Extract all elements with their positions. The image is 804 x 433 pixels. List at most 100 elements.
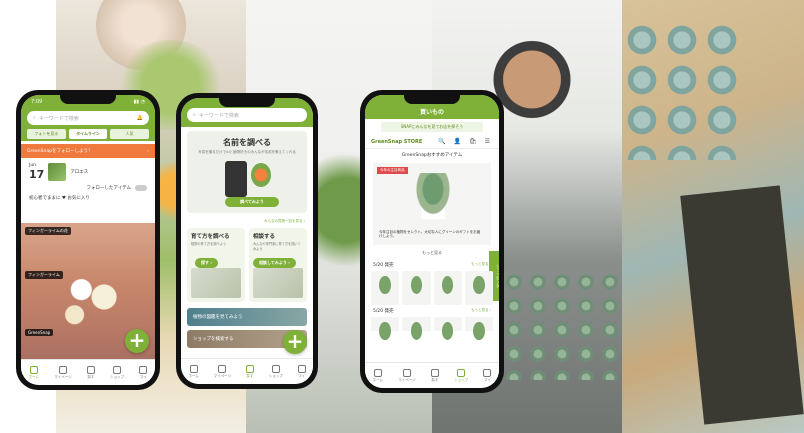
encyclopedia-banner[interactable]: 植物の図鑑を見てみよう [187,308,307,326]
tag-mid[interactable]: フィンガーライム [25,271,63,279]
search-icon: ⌕ [33,115,36,121]
feature-product[interactable]: 今年の注目商品 今年注目の植物をセレクト。大切な人にグリーンのギフトをお届けしよ… [373,163,491,245]
nav-my[interactable]: マイ [297,364,306,379]
user-row: 初心者でままに ♥ お気に入り [21,193,155,203]
follow-banner[interactable]: GreenSnapをフォローしよう！ › [21,144,155,158]
store-bar: GreenSnap STORE 🔍 👤 🛍 ☰ [365,135,499,149]
more-button[interactable]: もっと見る [365,247,499,259]
banner-text: GreenSnapをフォローしよう！ [27,149,93,154]
feature-cards: 育て方を調べる 植物の育て方を調べよう 探す › 相談する みんなや専門家に育て… [181,226,313,304]
phone3-tabbar: ホーム マイページ 探す ショップ マイ [365,362,499,388]
recommend-title: GreenSnapおすすめアイテム [401,153,463,158]
bag-icon [457,368,466,377]
store-logo[interactable]: GreenSnap STORE [371,139,422,145]
follow-toggle[interactable] [135,185,147,191]
tab-timeline[interactable]: タイムライン [68,129,108,139]
phone1-tabbar: ホーム マイページ 探す ショップ マイ [21,359,155,385]
care-card-image [191,268,241,298]
nav-mypage[interactable]: マイページ [398,368,416,383]
product-item[interactable] [371,317,400,340]
feature-text: 今年注目の植物をセレクト。大切な人にグリーンのギフトをお届けしよう。 [379,229,481,239]
flower-illustration [251,163,271,187]
bag-icon [113,365,122,374]
nav-search[interactable]: 探す [86,365,95,380]
product-item[interactable] [464,317,493,340]
questions-link[interactable]: みんなの質問一覧を見る › [181,217,313,226]
section-2-title: 5/20 発売 [373,309,394,314]
plant-thumbnail[interactable] [48,163,67,181]
care-button[interactable]: 探す › [195,258,219,268]
tag-top[interactable]: フィンガーライムの花 [25,227,71,235]
identify-button[interactable]: 調べてみよう [225,197,279,207]
consult-card-title: 相談する [253,234,276,240]
section-2-more[interactable]: もっと見る › [471,308,491,314]
nav-mypage[interactable]: マイページ [54,365,72,380]
follow-row: フォローしたアイテム [21,183,155,193]
store-icons[interactable]: 🔍 👤 🛍 ☰ [438,138,493,145]
tab-popular[interactable]: 人気 [110,129,150,139]
phone1-screen: 7:09 ▮▮ ◔ ⌕ キーワードで検索 🔔 フォトを見る タイムライン 人気 … [21,95,155,385]
consult-card-sub: みんなや専門家に育て方を聞いてみよう [253,242,301,251]
consult-button[interactable]: 相談してみよう › [253,258,296,268]
nav-my[interactable]: マイ [483,368,492,383]
nav-home[interactable]: ホーム [29,365,39,380]
chevron-right-icon: › [147,148,149,154]
search-placeholder: キーワードで検索 [38,115,79,122]
identify-hero: 名前を調べる 写真を撮るだけでAIと植物好きのみんなが名前を教えてくれる 調べて… [187,131,307,213]
phone3-screen: 買いもの SNAPにみんなを見てお店を探そう GreenSnap STORE 🔍… [365,95,499,388]
product-item[interactable] [433,271,462,305]
phone3-notch [404,95,460,104]
post-fab-button[interactable]: + [283,330,307,354]
nav-search[interactable]: 探す [430,368,439,383]
phone2-screen: ⌕ キーワードで検索 名前を調べる 写真を撮るだけでAIと植物好きのみんなが名前… [181,98,313,384]
consult-card-image [253,268,303,298]
nav-home[interactable]: ホーム [373,368,383,383]
product-item[interactable] [402,271,431,305]
user-icon [139,365,148,374]
bag-icon [271,364,280,373]
care-card-sub: 植物の育て方を調べよう [191,242,227,246]
nav-shop[interactable]: ショップ [454,368,468,383]
section-1: 5/20 発売 もっと見る › [365,259,499,271]
user-line: 初心者でままに ♥ お気に入り [29,196,90,201]
phone-shop: 買いもの SNAPにみんなを見てお店を探そう GreenSnap STORE 🔍… [360,90,504,393]
search-icon: ⌕ [193,112,196,118]
section-1-more[interactable]: もっと見る › [471,262,491,268]
tag-bottom[interactable]: GreenSnap [25,329,54,336]
phone1-notch [60,95,116,104]
shop-tip[interactable]: SNAPにみんなを見てお店を探そう [381,122,483,132]
product-item[interactable] [433,317,462,340]
product-item[interactable] [371,271,400,305]
plant-name: アロエス [70,170,89,175]
product-item[interactable] [402,317,431,340]
book-icon [402,368,411,377]
book-icon [218,364,227,373]
bg-box-card [680,185,804,425]
post-fab-button[interactable]: + [125,329,149,353]
header-title: 買いもの [419,108,444,116]
bg-face [492,30,572,120]
tab-photo[interactable]: フォトを見る [27,129,66,139]
nav-mypage[interactable]: マイページ [214,364,231,379]
search-placeholder: キーワードで検索 [198,112,239,119]
products-row-1 [365,271,499,305]
section-1-title: 5/20 発売 [373,263,394,268]
nav-search[interactable]: 探す [245,364,254,379]
consult-card[interactable]: 相談する みんなや専門家に育て方を聞いてみよう 相談してみよう › [249,228,307,302]
product-item[interactable] [464,271,493,305]
phone2-search-input[interactable]: ⌕ キーワードで検索 [187,108,307,122]
status-icons: ▮▮ ◔ [133,99,145,105]
nav-home[interactable]: ホーム [188,364,199,379]
home-icon [373,368,382,377]
nav-shop[interactable]: ショップ [269,364,283,379]
phone1-search-input[interactable]: ⌕ キーワードで検索 🔔 [27,111,149,125]
search-icon [86,365,95,374]
section-2: 5/20 発売 もっと見る › [365,305,499,317]
care-card[interactable]: 育て方を調べる 植物の育て方を調べよう 探す › [187,228,245,302]
products-row-2 [365,317,499,340]
nav-my[interactable]: マイ [139,365,148,380]
nav-shop[interactable]: ショップ [110,365,124,380]
bell-icon[interactable]: 🔔 [137,115,143,121]
hero-title: 名前を調べる [223,138,271,147]
care-card-title: 育て方を調べる [191,234,230,240]
